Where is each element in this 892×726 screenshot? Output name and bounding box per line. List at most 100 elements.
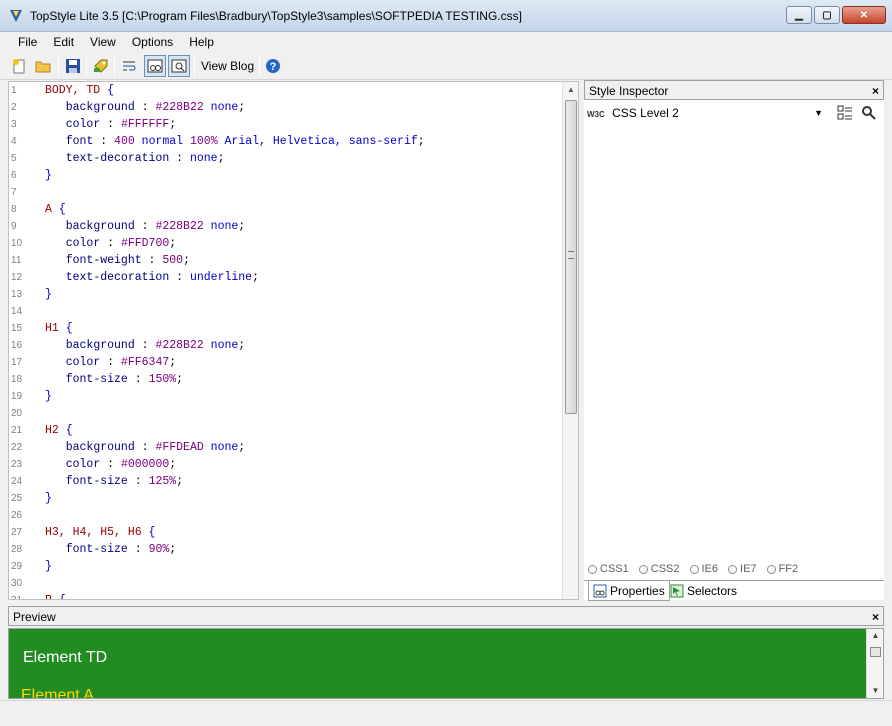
code-line[interactable]: 17 color : #FF6347; [9, 354, 565, 371]
maximize-button[interactable]: ▢ [814, 6, 840, 24]
line-number: 15 [11, 323, 23, 334]
preview-zoom-icon [171, 59, 187, 73]
line-number: 7 [11, 187, 17, 198]
code-line[interactable]: 10 color : #FFD700; [9, 235, 565, 252]
css-keyword: none [210, 339, 239, 352]
scroll-up-arrow-icon[interactable]: ▲ [563, 82, 578, 98]
code-line[interactable]: 22 background : #FFDEAD none; [9, 439, 565, 456]
title-bar: TopStyle Lite 3.5 [C:\Program Files\Brad… [0, 0, 892, 32]
code-text: color : #FF6347; [65, 356, 177, 369]
code-line[interactable]: 29} [9, 558, 565, 575]
code-line[interactable]: 9 background : #228B22 none; [9, 218, 565, 235]
code-line[interactable]: 30 [9, 575, 565, 592]
save-button[interactable] [62, 55, 84, 77]
code-line[interactable]: 8 A { [9, 201, 565, 218]
tab-selectors[interactable]: Selectors [666, 581, 741, 601]
code-line[interactable]: 24 font-size : 125%; [9, 473, 565, 490]
code-line[interactable]: 19} [9, 388, 565, 405]
line-number: 29 [11, 561, 23, 572]
code-line[interactable]: 21 H2 { [9, 422, 565, 439]
code-line[interactable]: 14 [9, 303, 565, 320]
css-level-select[interactable]: W3C CSS Level 2 ▼ [586, 104, 826, 122]
word-wrap-button[interactable] [118, 55, 140, 77]
menu-help[interactable]: Help [181, 32, 222, 52]
code-line[interactable]: 23 color : #000000; [9, 456, 565, 473]
code-line[interactable]: 12 text-decoration : underline; [9, 269, 565, 286]
css-keyword: none [210, 101, 239, 114]
minimize-button[interactable]: ▁ [786, 6, 812, 24]
inspector-search-button[interactable] [860, 104, 878, 122]
menu-options[interactable]: Options [124, 32, 181, 52]
view-blog-button[interactable]: View Blog [198, 56, 257, 76]
menu-edit[interactable]: Edit [45, 32, 82, 52]
scroll-up-arrow-icon[interactable]: ▲ [867, 629, 883, 643]
code-line[interactable]: 16 background : #228B22 none; [9, 337, 565, 354]
categorized-list-icon [837, 105, 852, 120]
css-value: 100% [190, 135, 218, 148]
code-line[interactable]: 1 BODY, TD { [9, 82, 565, 99]
new-file-button[interactable] [8, 55, 30, 77]
radio-ie6[interactable]: IE6 [689, 561, 718, 577]
code-line[interactable]: 25} [9, 490, 565, 507]
radio-css2[interactable]: CSS2 [638, 561, 680, 577]
close-inspector-button[interactable]: × [872, 81, 879, 101]
code-line[interactable]: 2 background : #228B22 none; [9, 99, 565, 116]
help-button[interactable]: ? [262, 55, 284, 77]
code-line[interactable]: 4 font : 400 normal 100% Arial, Helvetic… [9, 133, 565, 150]
close-brace: } [45, 390, 52, 403]
css-keyword: Arial, Helvetica, sans-serif [224, 135, 418, 148]
code-line[interactable]: 28 font-size : 90%; [9, 541, 565, 558]
line-number: 11 [11, 255, 22, 266]
close-button[interactable]: ✕ [842, 6, 886, 24]
code-text: P { [45, 592, 66, 599]
w3c-icon: W3C [587, 110, 605, 119]
tag-button[interactable] [90, 55, 112, 77]
code-line[interactable]: 11 font-weight : 500; [9, 252, 565, 269]
radio-ie7[interactable]: IE7 [728, 561, 757, 577]
code-line[interactable]: 18 font-size : 150%; [9, 371, 565, 388]
grip-icon[interactable] [870, 647, 881, 657]
line-number: 25 [11, 493, 23, 504]
code-line[interactable]: 27 H3, H4, H5, H6 { [9, 524, 565, 541]
code-line[interactable]: 20 [9, 405, 565, 422]
line-number: 26 [11, 510, 23, 521]
css-level-value: CSS Level 2 [612, 106, 679, 120]
css-editor[interactable]: 1 BODY, TD {2 background : #228B22 none; 3… [8, 81, 579, 600]
scroll-down-arrow-icon[interactable]: ▼ [867, 684, 883, 698]
toolbar-separator [259, 56, 260, 76]
menu-view[interactable]: View [82, 32, 124, 52]
css-value: #FFDEAD [155, 441, 204, 454]
topstyle-app-icon[interactable] [8, 8, 24, 24]
preview-element-a[interactable]: Element A [21, 687, 94, 698]
radio-ff2[interactable]: FF2 [766, 561, 798, 577]
css-value: 150% [148, 373, 177, 386]
code-line[interactable]: 5 text-decoration : none; [9, 150, 565, 167]
preview-zoom-button[interactable] [168, 55, 190, 77]
categorized-view-button[interactable] [836, 104, 854, 122]
radio-dot-icon [689, 564, 699, 574]
help-icon: ? [266, 59, 280, 73]
preview-split-button[interactable] [144, 55, 166, 77]
code-line[interactable]: 15 H1 { [9, 320, 565, 337]
code-text: text-decoration : underline; [65, 271, 259, 284]
chevron-down-icon[interactable]: ▼ [814, 105, 823, 121]
code-line[interactable]: 26 [9, 507, 565, 524]
tab-properties[interactable]: Properties [588, 581, 670, 601]
open-file-button[interactable] [32, 55, 54, 77]
scrollbar-thumb[interactable] [565, 100, 577, 414]
preview-vertical-scrollbar[interactable]: ▲ ▼ [866, 629, 883, 698]
code-line[interactable]: 6} [9, 167, 565, 184]
editor-vertical-scrollbar[interactable]: ▲ [562, 82, 578, 599]
code-line[interactable]: 13} [9, 286, 565, 303]
radio-css1[interactable]: CSS1 [588, 561, 629, 577]
menu-file[interactable]: File [10, 32, 45, 52]
code-text: background : #228B22 none; [65, 220, 246, 233]
code-line[interactable]: 31 P { [9, 592, 565, 599]
code-line[interactable]: 7 [9, 184, 565, 201]
close-preview-button[interactable]: × [872, 607, 879, 627]
code-line[interactable]: 3 color : #FFFFFF; [9, 116, 565, 133]
selectors-icon [670, 584, 684, 598]
code-text: H3, H4, H5, H6 { [45, 524, 155, 541]
toolbar-separator [86, 56, 87, 76]
line-number: 20 [11, 408, 23, 419]
